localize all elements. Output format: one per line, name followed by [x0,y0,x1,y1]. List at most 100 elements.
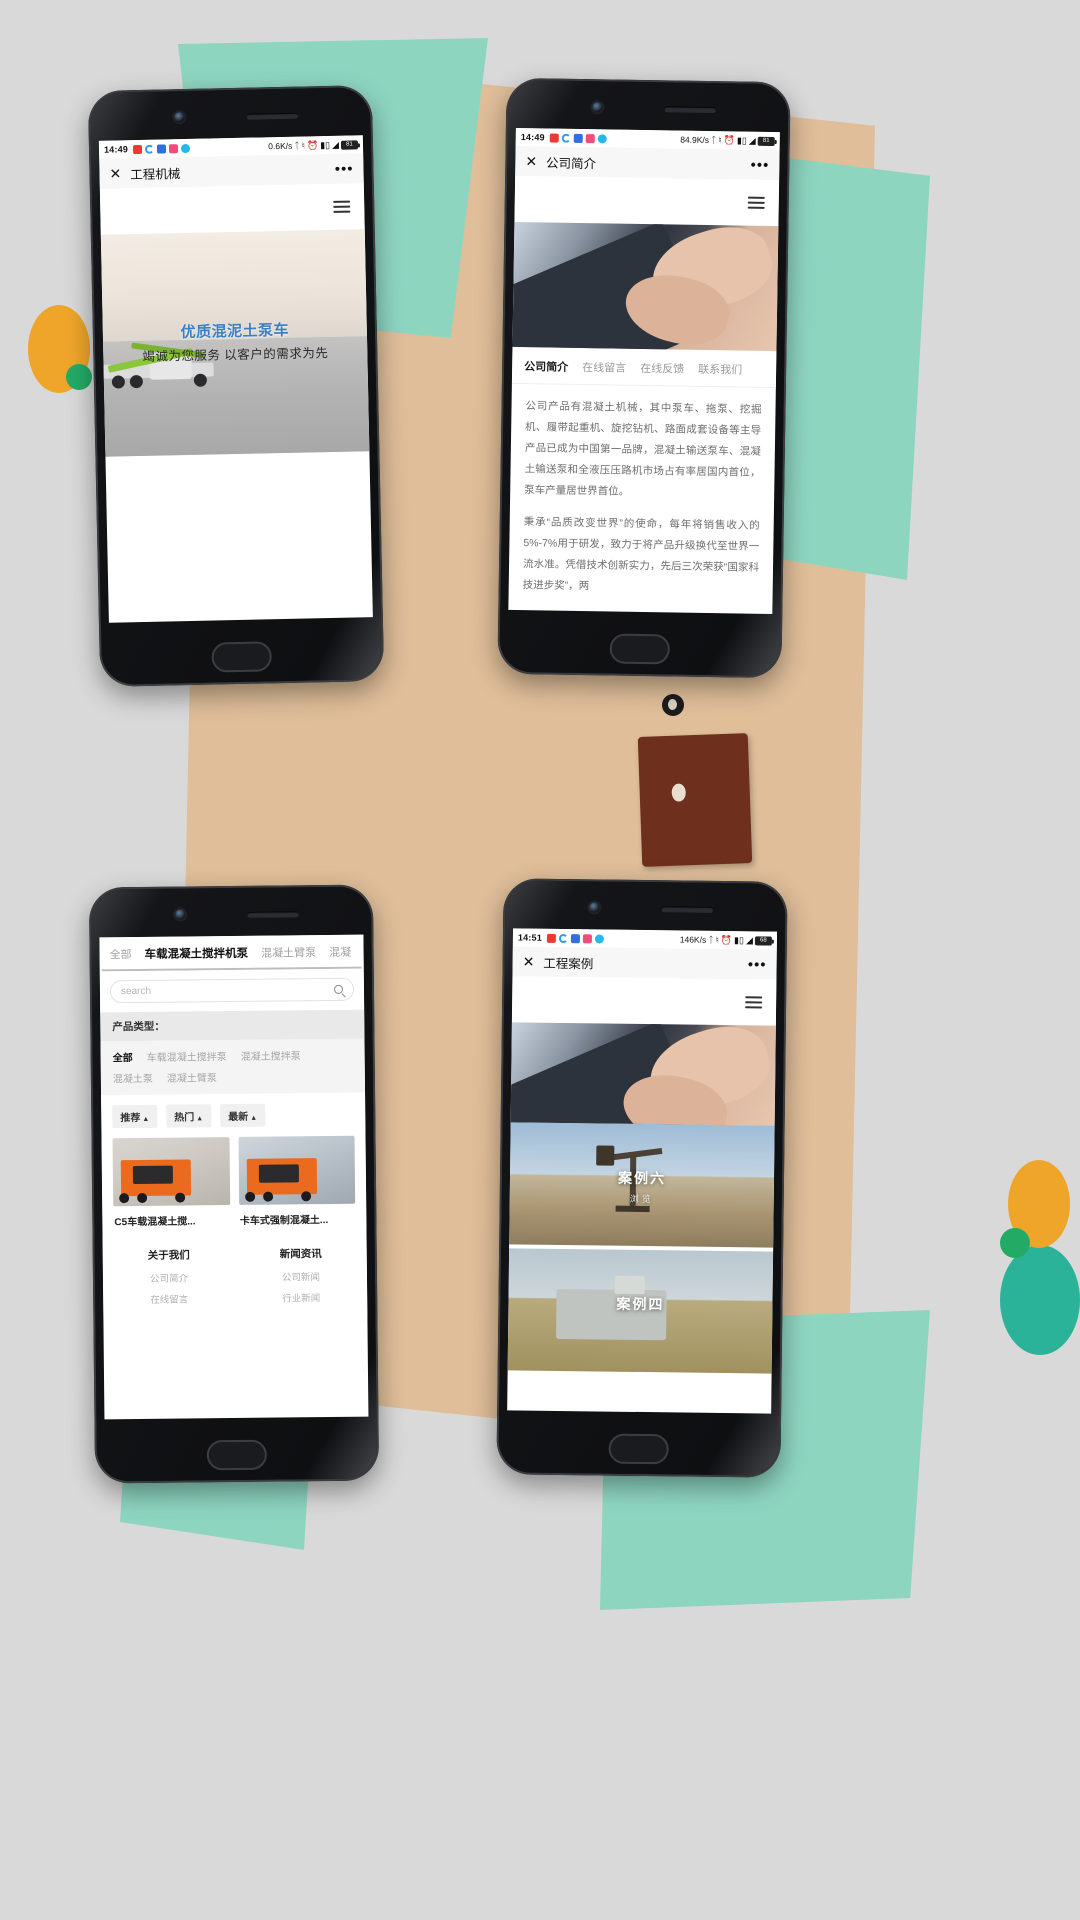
status-notification-icons [549,132,607,143]
close-icon[interactable]: ✕ [523,954,535,970]
sort-popular[interactable]: 热门 ▲ [166,1104,212,1128]
footer-heading: 关于我们 [147,1249,190,1262]
tab-contact-us[interactable]: 联系我们 [698,361,742,378]
phone4-notch [503,900,787,919]
phone-mockup-2: 14:49 84.9K/s ᛏ ♮ ⏰ ▮▯ ◢ 81 ✕ 公司简介 ••• 公… [497,77,791,679]
signal-icon: ▮▯ [736,134,747,146]
footer-link-company-intro[interactable]: 公司简介 [103,1270,235,1285]
music-notify-icon [585,133,595,143]
footer-link-online-message[interactable]: 在线留言 [103,1291,235,1306]
phone4-screen: 14:51 146K/s ᛏ ♮ ⏰ ▮▯ ◢ 68 ✕ 工程案例 ••• 案例… [507,928,778,1414]
mute-icon: ♮ [718,134,722,145]
alarm-icon: ⏰ [723,134,736,145]
filter-option-all[interactable]: 全部 [113,1049,133,1064]
mail-notify-icon [546,933,557,943]
home-button[interactable] [608,1433,669,1465]
phone2-site-header [514,175,780,227]
phone3-screen: 全部 车载混凝土搅拌机泵 混凝土臂泵 混凝 search 产品类型： 全部 车载… [99,934,369,1420]
bluetooth-icon: ᛏ [294,140,300,151]
front-camera-icon [174,112,185,123]
cat-tab-concrete[interactable]: 混凝 [329,944,351,960]
music-notify-icon [582,933,593,943]
wifi-icon: ◢ [331,139,340,150]
phone1-site-header [99,183,365,235]
app-notify-icon [573,133,583,143]
brown-rectangle-shape [637,733,753,867]
product-card[interactable]: 卡车式强制混凝土... [238,1135,356,1227]
mute-icon: ♮ [715,934,719,945]
tab-company-intro[interactable]: 公司简介 [524,358,568,375]
phone2-screen: 14:49 84.9K/s ᛏ ♮ ⏰ ▮▯ ◢ 81 ✕ 公司简介 ••• 公… [508,127,780,615]
close-icon[interactable]: ✕ [525,153,537,169]
sync-notify-icon [144,144,155,154]
browser-notify-icon [597,133,607,143]
product-card[interactable]: C5车载混凝土搅... [112,1137,230,1229]
case-browse-label: 浏览 [629,1193,654,1205]
front-camera-icon [175,909,186,920]
phone2-tab-bar: 公司简介 在线留言 在线反馈 联系我们 [511,346,777,389]
home-button[interactable] [609,633,670,665]
sort-newest-label: 最新 [228,1111,249,1124]
search-placeholder: search [120,985,152,998]
earpiece-speaker-icon [247,911,300,918]
network-speed: 0.6K/s [268,140,293,152]
filter-options: 全部 车载混凝土搅拌泵 混凝土搅拌泵 混凝土泵 混凝土臂泵 [100,1038,366,1096]
filter-option-truck-mixer-pump[interactable]: 车载混凝土搅拌泵 [147,1048,227,1064]
tab-online-feedback[interactable]: 在线反馈 [640,360,684,377]
battery-icon: 81 [757,136,775,146]
footer-link-industry-news[interactable]: 行业新闻 [235,1290,367,1305]
product-image [238,1135,356,1205]
more-options-icon[interactable]: ••• [748,956,767,973]
phone3-notch [89,907,373,926]
status-right-group: 0.6K/s ᛏ ♮ ⏰ ▮▯ ◢ 81 [268,139,359,152]
hamburger-menu-icon[interactable] [333,197,351,216]
green-circle-left [66,364,92,390]
battery-icon: 68 [754,935,772,946]
phone-mockup-3: 全部 车载混凝土搅拌机泵 混凝土臂泵 混凝 search 产品类型： 全部 车载… [88,884,380,1484]
footer-column-news: 新闻资讯 公司新闻 行业新闻 [235,1246,368,1312]
filter-option-concrete-mixer-pump[interactable]: 混凝土搅拌泵 [241,1047,301,1063]
phone-mockup-1: 14:49 0.6K/s ᛏ ♮ ⏰ ▮▯ ◢ 81 ✕ 工程机械 ••• 优质… [87,85,385,687]
product-image [112,1137,230,1207]
more-options-icon[interactable]: ••• [750,156,769,173]
battery-icon: 81 [340,139,359,150]
status-time: 14:51 [517,932,543,943]
phone3-category-tabs: 全部 车载混凝土搅拌机泵 混凝土臂泵 混凝 [99,934,364,970]
sort-popular-label: 热门 [174,1112,195,1124]
front-camera-icon [592,102,603,113]
teal-circle-right [1000,1245,1080,1355]
hero-banner[interactable]: 优质混泥土泵车 竭诚为您服务 以客户的需求为先 [100,229,370,457]
product-grid: C5车载混凝土搅... 卡车式强制混凝土... [101,1135,367,1237]
home-button[interactable] [211,641,272,673]
search-input[interactable]: search [109,977,355,1004]
hamburger-menu-icon[interactable] [745,993,763,1012]
signal-icon: ▮▯ [734,934,745,945]
hamburger-menu-icon[interactable] [747,193,765,212]
sort-recommended[interactable]: 推荐 ▲ [112,1104,158,1129]
filter-option-boom-pump[interactable]: 混凝土臂泵 [167,1069,217,1085]
alarm-icon: ⏰ [306,139,319,150]
more-options-icon[interactable]: ••• [335,160,354,177]
cat-tab-truck-mixer-pump[interactable]: 车载混凝土搅拌机泵 [145,945,249,962]
phone3-sort-row: 推荐 ▲ 热门 ▲ 最新 ▲ [101,1092,366,1139]
cat-tab-boom-pump[interactable]: 混凝土臂泵 [261,944,316,961]
wifi-icon: ◢ [745,934,753,945]
sort-newest[interactable]: 最新 ▲ [220,1103,266,1128]
filter-option-concrete-pump[interactable]: 混凝土泵 [113,1070,153,1085]
company-intro-article: 公司产品有混凝土机械，其中泵车、拖泵、挖掘机、履带起重机、旋挖钻机、路面成套设备… [508,384,776,614]
bluetooth-icon: ᛏ [711,134,717,145]
bluetooth-icon: ᛏ [708,934,714,945]
earpiece-speaker-icon [246,112,299,120]
search-icon[interactable] [333,984,344,994]
case-card-farm[interactable]: 案例四 [507,1248,774,1374]
footer-link-company-news[interactable]: 公司新闻 [235,1269,367,1284]
close-icon[interactable]: ✕ [109,165,121,181]
cat-tab-all[interactable]: 全部 [110,946,132,962]
tab-online-message[interactable]: 在线留言 [582,359,626,376]
home-button[interactable] [206,1439,267,1471]
product-title: C5车载混凝土搅... [114,1216,196,1229]
status-notification-icons [546,933,605,944]
sort-recommended-label: 推荐 [120,1112,141,1125]
mail-notify-icon [549,132,559,143]
case-card-oil[interactable]: 案例六 浏览 [509,1122,775,1248]
